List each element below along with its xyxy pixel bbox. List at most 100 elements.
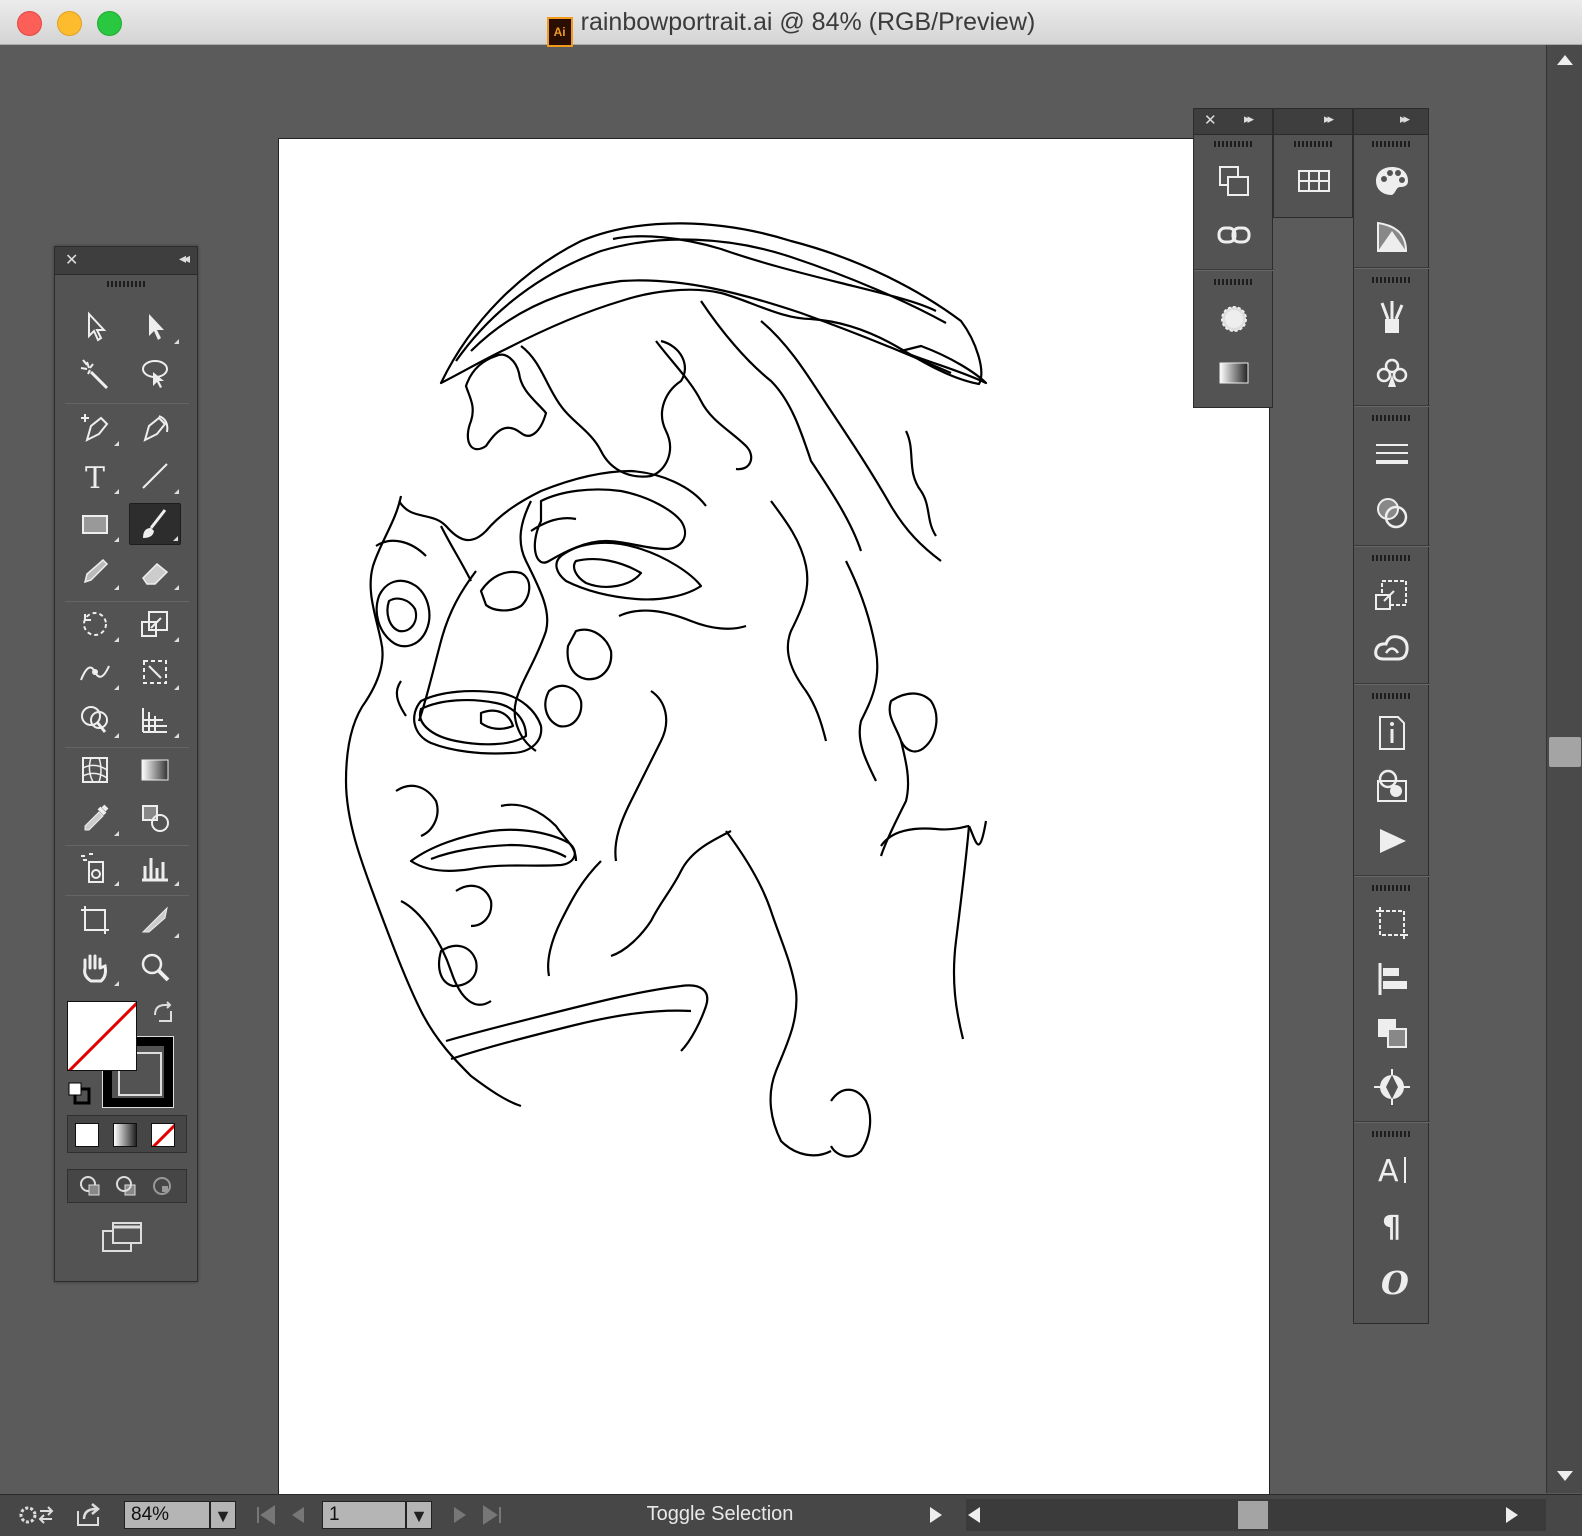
paragraph-panel-button[interactable]: ¶: [1366, 1201, 1418, 1249]
gradient-mode-button[interactable]: [113, 1123, 137, 1147]
transparency-panel-button[interactable]: [1366, 489, 1418, 537]
document-info-panel-button[interactable]: [1366, 709, 1418, 757]
status-bar: 84% ▼ 1 ▼ Toggle Selection: [0, 1494, 1582, 1536]
share-export-icon[interactable]: [74, 1501, 104, 1527]
scroll-up-arrow-icon[interactable]: [1555, 51, 1575, 67]
window-title-container: Ai rainbowportrait.ai @ 84% (RGB/Preview): [0, 8, 1582, 47]
column-graph-tool[interactable]: [129, 847, 181, 889]
vertical-scroll-thumb[interactable]: [1549, 737, 1581, 767]
portrait-artwork[interactable]: [279, 139, 1271, 1499]
rotate-tool[interactable]: [69, 603, 121, 645]
blend-tool[interactable]: [129, 797, 181, 839]
symbols-panel-button[interactable]: [1366, 349, 1418, 397]
free-transform-tool[interactable]: [129, 651, 181, 693]
magic-wand-tool[interactable]: [69, 353, 121, 395]
club-symbol-icon: [1376, 358, 1408, 387]
draw-inside-icon[interactable]: [149, 1173, 175, 1199]
scale-tool[interactable]: [129, 603, 181, 645]
sync-settings-icon[interactable]: [16, 1503, 56, 1527]
horizontal-scrollbar[interactable]: [966, 1499, 1546, 1531]
next-artboard-icon[interactable]: [450, 1505, 470, 1525]
draw-normal-icon[interactable]: [77, 1173, 103, 1199]
fill-swatch-none[interactable]: [67, 1001, 137, 1071]
cc-libraries-panel-button[interactable]: [1366, 625, 1418, 673]
last-artboard-icon[interactable]: [480, 1505, 504, 1525]
direct-selection-tool[interactable]: [129, 305, 181, 347]
align-panel-button[interactable]: [1366, 955, 1418, 1003]
zoom-tool[interactable]: [129, 947, 181, 989]
color-mode-button[interactable]: [75, 1123, 99, 1147]
artboard[interactable]: [278, 138, 1270, 1498]
zoom-dropdown-arrow-icon[interactable]: ▼: [210, 1501, 236, 1529]
image-trace-panel-button[interactable]: [1366, 763, 1418, 811]
pathfinder-panel-button[interactable]: [1366, 1009, 1418, 1057]
swap-fill-stroke-icon[interactable]: [149, 999, 177, 1027]
stroke-panel-button[interactable]: [1366, 429, 1418, 477]
dock-expand-icon-1[interactable]: ▸▸: [1244, 111, 1254, 127]
dock-expand-icon-3[interactable]: ▸▸: [1400, 111, 1410, 127]
screen-mode-icon[interactable]: [99, 1217, 145, 1257]
shape-builder-tool[interactable]: [69, 699, 121, 741]
swatches-grid-panel-button[interactable]: [1288, 157, 1340, 205]
eraser-tool[interactable]: [129, 551, 181, 593]
dock-close-icon[interactable]: ✕: [1204, 111, 1217, 129]
gradient-panel-button[interactable]: [1208, 349, 1260, 397]
window-title: rainbowportrait.ai @ 84% (RGB/Preview): [580, 8, 1036, 36]
type-tool[interactable]: T: [69, 455, 121, 497]
paintbrush-tool[interactable]: [129, 503, 181, 545]
color-guide-panel-button[interactable]: [1366, 213, 1418, 261]
brushes-panel-button[interactable]: [1366, 293, 1418, 341]
character-panel-button[interactable]: A: [1366, 1145, 1418, 1193]
width-tool[interactable]: [69, 651, 121, 693]
none-mode-button[interactable]: [151, 1123, 175, 1147]
appearance-panel-button[interactable]: [1208, 295, 1260, 343]
hand-tool[interactable]: [69, 947, 121, 989]
scroll-right-arrow-icon[interactable]: [1502, 1505, 1522, 1525]
slice-tool[interactable]: [129, 899, 181, 941]
status-menu-arrow-icon[interactable]: [926, 1505, 946, 1525]
first-artboard-icon[interactable]: [254, 1505, 278, 1525]
color-panel-button[interactable]: [1366, 157, 1418, 205]
opentype-panel-button[interactable]: O: [1366, 1257, 1418, 1305]
eyedropper-tool[interactable]: [69, 797, 121, 839]
selection-tool[interactable]: [69, 305, 121, 347]
dock-expand-icon-2[interactable]: ▸▸: [1324, 111, 1334, 127]
perspective-grid-tool[interactable]: [129, 699, 181, 741]
vertical-scrollbar[interactable]: [1546, 45, 1582, 1493]
type-t-icon: T: [85, 461, 105, 494]
scroll-down-arrow-icon[interactable]: [1555, 1469, 1575, 1485]
status-text[interactable]: Toggle Selection: [560, 1503, 880, 1526]
tools-panel-header[interactable]: ✕ ◂◂: [55, 247, 197, 275]
mesh-tool[interactable]: [69, 749, 121, 791]
artboard-dropdown-arrow-icon[interactable]: ▼: [406, 1501, 432, 1529]
links-panel-button[interactable]: [1208, 211, 1260, 259]
tools-panel-collapse-icon[interactable]: ◂◂: [179, 250, 190, 267]
horizontal-scroll-thumb[interactable]: [1238, 1501, 1268, 1529]
tools-panel-close-icon[interactable]: ✕: [65, 250, 78, 270]
curvature-tool[interactable]: [129, 407, 181, 449]
pen-tool[interactable]: [69, 407, 121, 449]
navigator-panel-button[interactable]: [1366, 1063, 1418, 1111]
transform-panel-button[interactable]: [1208, 157, 1260, 205]
lasso-tool[interactable]: [129, 353, 181, 395]
artboards-panel-button[interactable]: [1366, 899, 1418, 947]
dock-header-3[interactable]: ▸▸: [1354, 109, 1428, 135]
dock-header-2[interactable]: ▸▸: [1274, 109, 1352, 135]
asset-export-panel-button[interactable]: [1366, 571, 1418, 619]
default-fill-stroke-icon[interactable]: [65, 1079, 93, 1107]
rectangle-tool[interactable]: [69, 503, 121, 545]
draw-behind-icon[interactable]: [113, 1173, 139, 1199]
previous-artboard-icon[interactable]: [288, 1505, 308, 1525]
pencil-tool[interactable]: [69, 551, 121, 593]
zoom-level-field[interactable]: 84%: [124, 1501, 210, 1529]
symbol-sprayer-icon: [81, 853, 104, 883]
tools-panel-grip[interactable]: [107, 281, 145, 287]
scroll-left-arrow-icon[interactable]: [964, 1505, 984, 1525]
dock-header-1[interactable]: ✕ ▸▸: [1194, 109, 1272, 135]
symbol-sprayer-tool[interactable]: [69, 847, 121, 889]
artboard-number-field[interactable]: 1: [322, 1501, 406, 1529]
artboard-tool[interactable]: [69, 899, 121, 941]
actions-panel-button[interactable]: [1366, 817, 1418, 865]
line-segment-tool[interactable]: [129, 455, 181, 497]
gradient-tool[interactable]: [129, 749, 181, 791]
